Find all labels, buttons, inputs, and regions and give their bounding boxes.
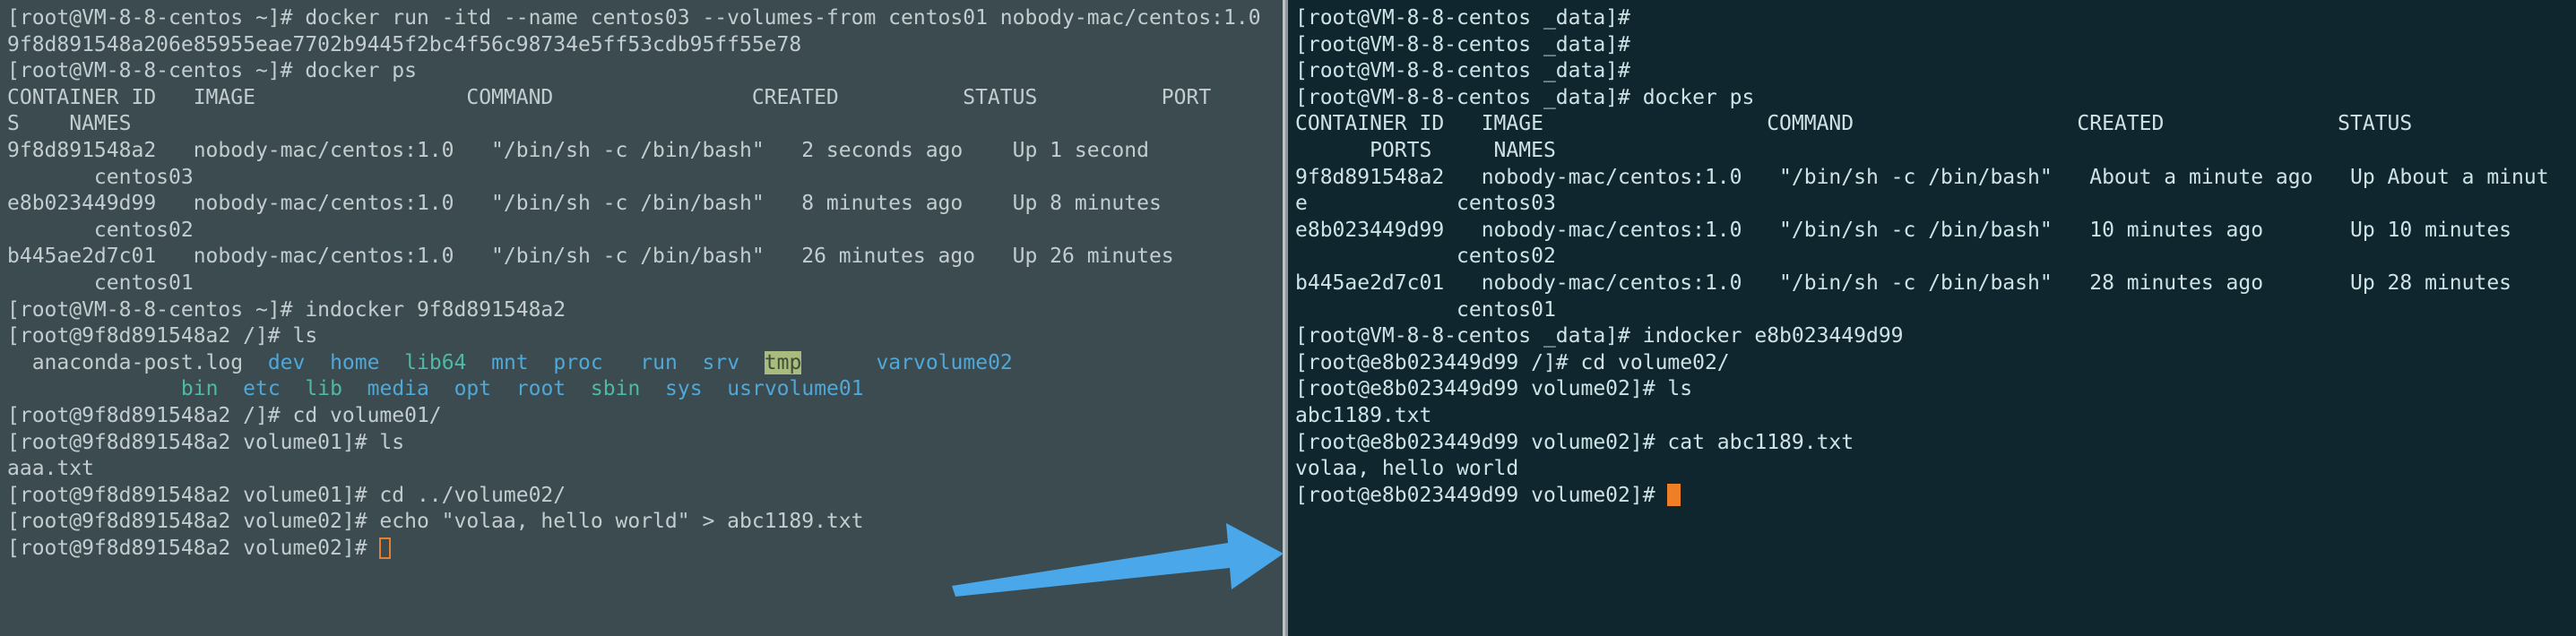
terminal-line: b445ae2d7c01 nobody-mac/centos:1.0 "/bin…: [1295, 271, 2512, 295]
prompt-text: [root@9f8d891548a2 volume02]#: [7, 536, 380, 560]
terminal-line: [root@9f8d891548a2 /]# ls: [7, 324, 318, 348]
terminal-line: PORTS NAMES: [1295, 138, 1556, 162]
text-cursor[interactable]: [1667, 483, 1681, 506]
terminal-line: [root@e8b023449d99 volume02]# cat abc118…: [1295, 430, 1854, 454]
ls-entry-sbin: sbin: [590, 377, 641, 401]
terminal-line: [root@VM-8-8-centos _data]#: [1295, 6, 1630, 30]
terminal-line: e8b023449d99 nobody-mac/centos:1.0 "/bin…: [1295, 218, 2512, 242]
terminal-line: [root@VM-8-8-centos ~]# indocker 9f8d891…: [7, 297, 566, 322]
ls-entry-dev: dev: [267, 350, 306, 374]
terminal-line: volaa, hello world: [1295, 457, 1519, 481]
terminal-ls-output-row: anaconda-post.log dev home lib64 mnt pro…: [7, 350, 1283, 377]
terminal-line: [root@VM-8-8-centos _data]# docker ps: [1295, 85, 1755, 109]
terminal-line: [root@VM-8-8-centos ~]# docker ps: [7, 59, 417, 83]
ls-entry-var: var: [876, 350, 913, 374]
ls-entry-sys: sys: [665, 377, 703, 401]
ls-entry-opt: opt: [454, 377, 492, 401]
prompt-text: [root@e8b023449d99 volume02]#: [1295, 483, 1668, 507]
terminal-line: [root@9f8d891548a2 volume01]# ls: [7, 430, 405, 454]
ls-entry-lib64: lib64: [404, 350, 467, 374]
terminal-line: centos03: [7, 165, 194, 189]
text-cursor[interactable]: [379, 537, 392, 559]
ls-entry-mnt: mnt: [491, 350, 529, 374]
ls-entry-usr: usr: [727, 377, 765, 401]
ls-entry-tmp: tmp: [764, 350, 802, 374]
terminal-line: CONTAINER ID IMAGE COMMAND CREATED STATU…: [7, 85, 1212, 109]
terminal-line: [root@VM-8-8-centos _data]# indocker e8b…: [1295, 324, 1904, 348]
ls-entry-proc: proc: [553, 350, 603, 374]
terminal-ls-output-row: bin etc lib media opt root sbin sys usrv…: [7, 376, 1283, 403]
terminal-line: abc1189.txt: [1295, 403, 1432, 427]
terminal-line: centos01: [7, 271, 194, 295]
ls-entry-run: run: [640, 350, 678, 374]
ls-entry-home: home: [330, 350, 380, 374]
ls-entry-volume02: volume02: [912, 350, 1013, 374]
terminal-line: [root@9f8d891548a2 volume01]# cd ../volu…: [7, 483, 566, 507]
terminal-line: 9f8d891548a2 nobody-mac/centos:1.0 "/bin…: [7, 138, 1149, 162]
terminal-line: [root@e8b023449d99 volume02]# ls: [1295, 377, 1693, 401]
terminal-pane-left[interactable]: [root@VM-8-8-centos ~]# docker run -itd …: [0, 0, 1285, 636]
terminal-line: CONTAINER ID IMAGE COMMAND CREATED STATU…: [1295, 112, 2413, 136]
ls-entry-anaconda-post-log: anaconda-post.log: [31, 350, 244, 374]
ls-entry-lib: lib: [305, 377, 342, 401]
ls-entry-srv: srv: [702, 350, 740, 374]
terminal-line: centos01: [1295, 297, 1556, 322]
terminal-line: e8b023449d99 nobody-mac/centos:1.0 "/bin…: [7, 192, 1162, 216]
ls-entry-volume01: volume01: [764, 377, 864, 401]
split-terminal-screenshot: [root@VM-8-8-centos ~]# docker run -itd …: [0, 0, 2576, 636]
terminal-active-prompt: [root@e8b023449d99 volume02]#: [1295, 483, 2576, 510]
terminal-line: [root@9f8d891548a2 /]# cd volume01/: [7, 403, 442, 427]
terminal-line: [root@VM-8-8-centos _data]#: [1295, 32, 1630, 56]
terminal-line: b445ae2d7c01 nobody-mac/centos:1.0 "/bin…: [7, 245, 1174, 269]
terminal-pane-right[interactable]: [root@VM-8-8-centos _data]# [root@VM-8-8-…: [1285, 0, 2576, 636]
ls-entry-root: root: [515, 377, 566, 401]
ls-entry-bin: bin: [180, 377, 219, 401]
terminal-active-prompt: [root@9f8d891548a2 volume02]#: [7, 536, 1283, 563]
terminal-line: 9f8d891548a206e85955eae7702b9445f2bc4f56…: [7, 32, 802, 56]
ls-entry-media: media: [367, 377, 429, 401]
terminal-line: 9f8d891548a2 nobody-mac/centos:1.0 "/bin…: [1295, 165, 2549, 189]
terminal-line: e centos03: [1295, 192, 1556, 216]
terminal-line: centos02: [7, 218, 194, 242]
ls-entry-etc: etc: [243, 377, 281, 401]
terminal-line: centos02: [1295, 245, 1556, 269]
terminal-line: [root@VM-8-8-centos _data]#: [1295, 59, 1630, 83]
terminal-line: S NAMES: [7, 112, 132, 136]
terminal-line: [root@e8b023449d99 /]# cd volume02/: [1295, 350, 1730, 374]
terminal-line: [root@VM-8-8-centos ~]# docker run -itd …: [7, 6, 1261, 30]
terminal-line: [root@9f8d891548a2 volume02]# echo "vola…: [7, 510, 864, 534]
terminal-line: aaa.txt: [7, 457, 94, 481]
